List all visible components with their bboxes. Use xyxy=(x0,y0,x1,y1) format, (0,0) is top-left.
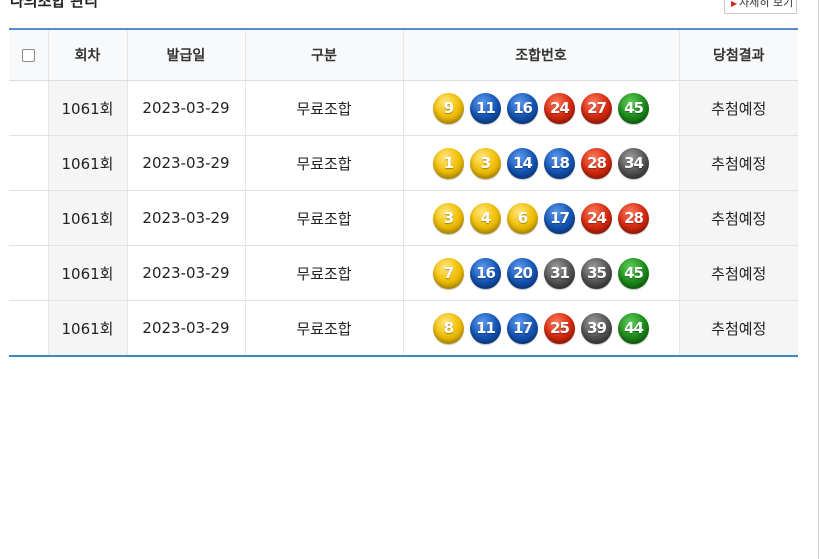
type-cell: 무료조합 xyxy=(244,80,403,136)
round-cell: 1061회 xyxy=(47,190,127,246)
numbers-cell: 7 16 20 31 35 45 xyxy=(402,245,679,301)
arrow-right-icon: ▶ xyxy=(731,0,738,8)
lotto-ball: 45 xyxy=(618,257,649,289)
select-all-cell xyxy=(9,29,48,81)
lotto-ball: 34 xyxy=(618,147,649,179)
table-row: 1061회 2023-03-29 무료조합 3 4 6 17 24 28 추첨예정 xyxy=(9,190,798,246)
lotto-ball: 28 xyxy=(618,202,649,234)
table-row: 1061회 2023-03-29 무료조합 7 16 20 31 35 45 추첨예정 xyxy=(9,245,798,301)
lotto-ball: 7 xyxy=(433,257,464,289)
result-cell: 추첨예정 xyxy=(678,300,798,356)
lotto-ball: 11 xyxy=(470,312,501,344)
header-type: 구분 xyxy=(244,29,403,81)
header-numbers: 조합번호 xyxy=(402,29,679,81)
lotto-ball: 35 xyxy=(581,257,612,289)
type-cell: 무료조합 xyxy=(244,190,403,246)
round-cell: 1061회 xyxy=(47,80,127,136)
round-cell: 1061회 xyxy=(47,245,127,301)
row-select-cell xyxy=(9,135,48,191)
table-row: 1061회 2023-03-29 무료조합 9 11 16 24 27 45 추첨예정 xyxy=(9,80,798,136)
detail-view-label: 자세히 보기 xyxy=(739,0,794,9)
lotto-balls: 3 4 6 17 24 28 xyxy=(404,202,679,234)
lotto-ball: 31 xyxy=(544,257,575,289)
lotto-ball: 28 xyxy=(581,147,612,179)
lotto-ball: 14 xyxy=(507,147,538,179)
lotto-ball: 25 xyxy=(544,312,575,344)
header-issue-date: 발급일 xyxy=(126,29,245,81)
lotto-balls: 1 3 14 18 28 34 xyxy=(404,147,679,179)
lotto-ball: 20 xyxy=(507,257,538,289)
section-title: 나의조합 관리 xyxy=(10,0,99,10)
numbers-cell: 9 11 16 24 27 45 xyxy=(402,80,679,136)
row-select-cell xyxy=(9,245,48,301)
result-cell: 추첨예정 xyxy=(678,135,798,191)
lotto-ball: 16 xyxy=(470,257,501,289)
lotto-ball: 44 xyxy=(618,312,649,344)
type-cell: 무료조합 xyxy=(244,135,403,191)
lotto-ball: 27 xyxy=(581,92,612,124)
row-select-cell xyxy=(9,81,48,136)
lotto-ball: 16 xyxy=(507,92,538,124)
lotto-ball: 11 xyxy=(470,92,501,124)
issue-date-cell: 2023-03-29 xyxy=(126,190,245,246)
lotto-ball: 8 xyxy=(433,312,464,344)
issue-date-cell: 2023-03-29 xyxy=(126,135,245,191)
result-cell: 추첨예정 xyxy=(678,245,798,301)
table-row: 1061회 2023-03-29 무료조합 1 3 14 18 28 34 추첨예정 xyxy=(9,135,798,191)
lotto-ball: 6 xyxy=(507,202,538,234)
lotto-balls: 7 16 20 31 35 45 xyxy=(404,257,679,289)
lotto-ball: 45 xyxy=(618,92,649,124)
result-cell: 추첨예정 xyxy=(678,80,798,136)
type-cell: 무료조합 xyxy=(244,300,403,356)
type-cell: 무료조합 xyxy=(244,245,403,301)
lotto-balls: 9 11 16 24 27 45 xyxy=(404,92,679,124)
lotto-ball: 4 xyxy=(470,202,501,234)
table-row: 1061회 2023-03-29 무료조합 8 11 17 25 39 44 추첨예정 xyxy=(9,300,798,356)
round-cell: 1061회 xyxy=(47,300,127,356)
lotto-balls: 8 11 17 25 39 44 xyxy=(404,312,679,344)
issue-date-cell: 2023-03-29 xyxy=(126,245,245,301)
issue-date-cell: 2023-03-29 xyxy=(126,80,245,136)
round-cell: 1061회 xyxy=(47,135,127,191)
select-all-checkbox[interactable] xyxy=(21,48,35,62)
lotto-ball: 3 xyxy=(433,202,464,234)
numbers-cell: 1 3 14 18 28 34 xyxy=(402,135,679,191)
issue-date-cell: 2023-03-29 xyxy=(126,300,245,356)
row-select-cell xyxy=(9,190,48,246)
lotto-ball: 18 xyxy=(544,147,575,179)
lotto-ball: 24 xyxy=(544,92,575,124)
row-select-cell xyxy=(9,300,48,356)
header-round: 회차 xyxy=(47,29,127,81)
lotto-ball: 17 xyxy=(507,312,538,344)
table-header-row: 회차 발급일 구분 조합번호 당첨결과 xyxy=(9,29,798,81)
lotto-ball: 1 xyxy=(433,147,464,179)
lotto-ball: 3 xyxy=(470,147,501,179)
numbers-cell: 8 11 17 25 39 44 xyxy=(402,300,679,356)
detail-view-button[interactable]: ▶ 자세히 보기 xyxy=(724,0,797,14)
numbers-cell: 3 4 6 17 24 28 xyxy=(402,190,679,246)
header-result: 당첨결과 xyxy=(678,29,798,81)
lotto-ball: 9 xyxy=(433,92,464,124)
combination-table: 회차 발급일 구분 조합번호 당첨결과 1061회 2023-03-29 무료조합 9… xyxy=(9,28,798,357)
result-cell: 추첨예정 xyxy=(678,190,798,246)
lotto-ball: 39 xyxy=(581,312,612,344)
lotto-ball: 17 xyxy=(544,202,575,234)
lotto-ball: 24 xyxy=(581,202,612,234)
